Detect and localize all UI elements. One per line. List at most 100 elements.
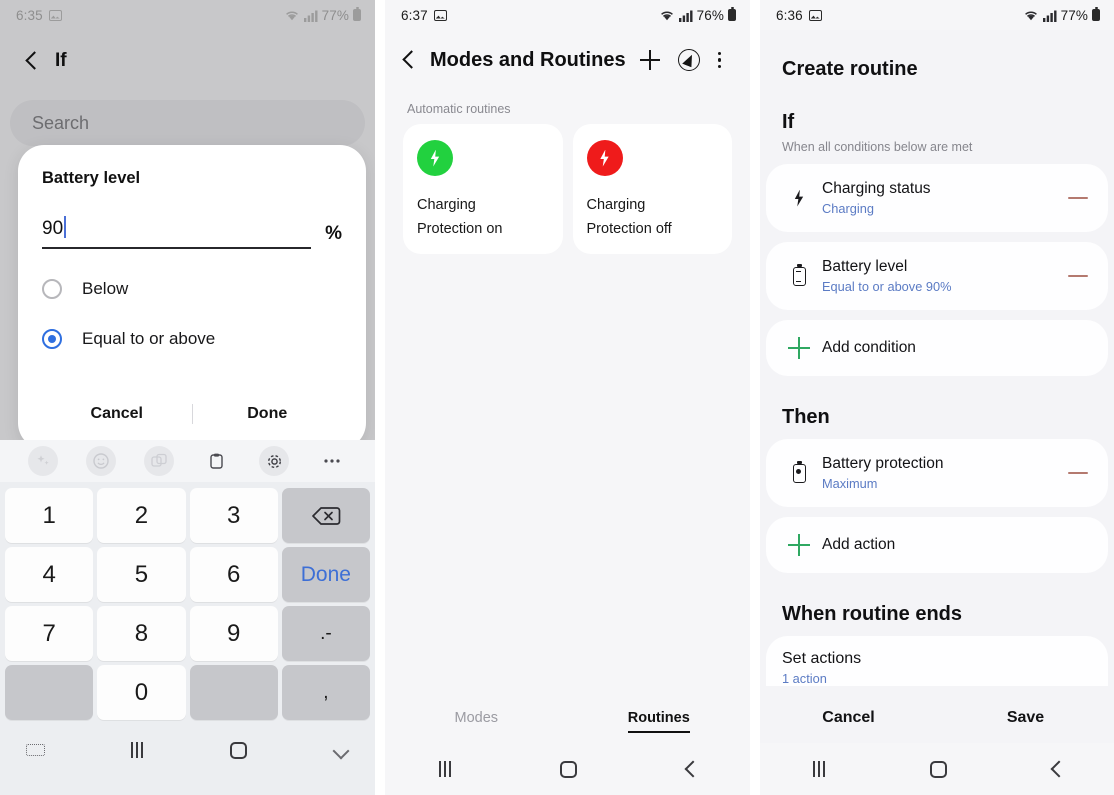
battery-level-field[interactable]: 90 — [42, 216, 312, 249]
gear-icon[interactable] — [259, 446, 290, 476]
key-comma[interactable]: , — [281, 665, 370, 720]
phone-panel-modes-and-routines: 6:37 76% Modes and Routines Automatic ro… — [385, 0, 750, 795]
status-bar: 6:37 76% — [385, 0, 750, 30]
key-0[interactable]: 0 — [97, 665, 186, 720]
battery-icon — [782, 263, 816, 286]
key-4[interactable]: 4 — [5, 547, 94, 602]
done-button[interactable]: Done — [193, 405, 343, 423]
backspace-icon — [312, 506, 341, 525]
emoji-icon[interactable] — [85, 446, 116, 476]
tab-routines-label: Routines — [627, 710, 690, 733]
sparkle-icon[interactable] — [27, 446, 58, 476]
plus-icon[interactable] — [638, 48, 662, 72]
radio-option-equal-or-above[interactable]: Equal to or above — [42, 329, 342, 349]
radio-option-below[interactable]: Below — [42, 279, 342, 299]
key-blank-left[interactable] — [5, 665, 94, 720]
if-section-subtitle: When all conditions below are met — [782, 140, 973, 154]
routine-card-label-line1: Charging — [586, 197, 646, 213]
compass-icon[interactable] — [677, 49, 700, 71]
tab-routines[interactable]: Routines — [568, 710, 751, 733]
back-chevron-icon[interactable] — [26, 52, 37, 71]
key-dot-dash[interactable]: .- — [281, 606, 370, 661]
radio-icon-below[interactable] — [42, 279, 62, 299]
wifi-icon — [660, 11, 673, 20]
key-5[interactable]: 5 — [97, 547, 186, 602]
keyboard-done-key[interactable]: Done — [281, 547, 370, 602]
condition-texts: Battery level Equal to or above 90% — [816, 258, 1068, 294]
tab-modes[interactable]: Modes — [385, 710, 568, 726]
action-texts: Battery protection Maximum — [816, 455, 1068, 491]
recents-icon[interactable] — [439, 761, 452, 777]
status-bar-left: 6:35 — [16, 8, 62, 23]
back-icon[interactable] — [1052, 761, 1062, 777]
key-8[interactable]: 8 — [97, 606, 186, 661]
remove-action-icon[interactable] — [1068, 471, 1088, 475]
radio-icon-equal-or-above[interactable] — [42, 329, 62, 349]
key-1[interactable]: 1 — [5, 488, 94, 543]
battery-icon — [353, 7, 361, 21]
set-actions-value: 1 action — [782, 671, 827, 686]
set-actions-title: Set actions — [782, 650, 862, 667]
percent-unit-label: % — [325, 223, 342, 244]
routine-card-label: Charging Protection on — [417, 194, 549, 242]
dialog-input-row: 90 % — [42, 216, 342, 249]
home-icon[interactable] — [229, 741, 247, 759]
more-icon[interactable] — [317, 446, 347, 476]
condition-row-charging-status[interactable]: Charging status Charging — [766, 164, 1108, 232]
app-bar: If — [0, 30, 375, 92]
home-icon[interactable] — [929, 760, 947, 778]
cancel-button[interactable]: Cancel — [760, 709, 937, 727]
save-button[interactable]: Save — [937, 709, 1114, 727]
recents-icon[interactable] — [131, 742, 144, 758]
key-2[interactable]: 2 — [97, 488, 186, 543]
search-input[interactable]: Search — [10, 100, 365, 146]
kebab-icon[interactable] — [717, 51, 721, 69]
routine-card-label: Charging Protection off — [587, 194, 719, 242]
panel1-top: 6:35 77% If Search — [0, 0, 375, 146]
wifi-icon — [1024, 11, 1037, 20]
translate-icon[interactable] — [143, 446, 174, 476]
keyboard-hide-icon[interactable] — [26, 744, 45, 756]
picture-icon — [808, 9, 822, 21]
key-7[interactable]: 7 — [5, 606, 94, 661]
status-bar-right: 76% — [659, 7, 736, 23]
bolt-icon — [586, 140, 623, 176]
backspace-key[interactable] — [281, 488, 370, 543]
bottom-action-bar: Cancel Save — [760, 693, 1114, 743]
collapse-keyboard-icon[interactable] — [333, 745, 349, 755]
key-6[interactable]: 6 — [189, 547, 278, 602]
back-icon[interactable] — [686, 761, 696, 777]
key-blank-right[interactable] — [189, 665, 278, 720]
condition-title: Charging status — [822, 180, 931, 197]
phone-panel-create-routine: 6:36 77% Create routine If When all cond… — [760, 0, 1114, 795]
bolt-icon — [417, 140, 453, 176]
recents-icon[interactable] — [812, 761, 825, 777]
numeric-keyboard: 1 2 3 4 5 6 Done 7 8 9 .- 0 , — [0, 440, 375, 795]
add-action-button[interactable]: Add action — [766, 517, 1108, 573]
dialog-title: Battery level — [42, 169, 141, 187]
end-section-header: When routine ends — [760, 573, 1114, 626]
home-icon[interactable] — [559, 760, 577, 778]
remove-condition-icon[interactable] — [1068, 274, 1088, 278]
app-bar: Modes and Routines — [385, 30, 750, 90]
key-9[interactable]: 9 — [189, 606, 278, 661]
wifi-icon — [285, 11, 298, 20]
create-routine-scroll-area[interactable]: Create routine If When all conditions be… — [760, 30, 1114, 693]
action-row-battery-protection[interactable]: Battery protection Maximum — [766, 439, 1108, 507]
screenshot-stage: 6:35 77% If Search Battery level 90 % Be… — [0, 0, 1114, 795]
status-time: 6:35 — [16, 7, 43, 23]
routine-card-charging-protection-on[interactable]: Charging Protection on — [403, 124, 563, 254]
remove-condition-icon[interactable] — [1068, 196, 1088, 200]
set-actions-row[interactable]: Set actions 1 action — [766, 636, 1108, 686]
bottom-tabs: Modes Routines — [385, 693, 750, 743]
condition-row-battery-level[interactable]: Battery level Equal to or above 90% — [766, 242, 1108, 310]
key-3[interactable]: 3 — [189, 488, 278, 543]
status-bar-right: 77% — [284, 7, 361, 23]
back-chevron-icon[interactable] — [403, 51, 414, 70]
add-condition-button[interactable]: Add condition — [766, 320, 1108, 376]
keypad: 1 2 3 4 5 6 Done 7 8 9 .- 0 , — [0, 482, 375, 724]
routine-card-charging-protection-off[interactable]: Charging Protection off — [572, 124, 732, 254]
clipboard-icon[interactable] — [201, 446, 231, 476]
cancel-button[interactable]: Cancel — [42, 405, 192, 423]
status-bar-left: 6:37 — [401, 8, 447, 23]
